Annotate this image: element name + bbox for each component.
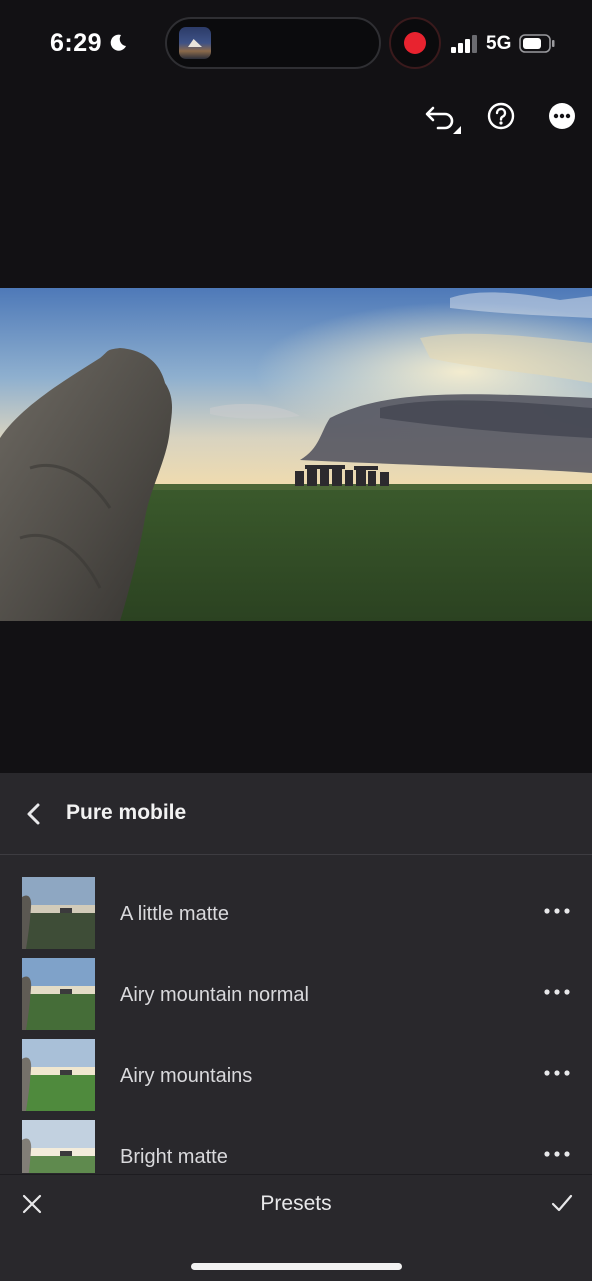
bottom-bar: Presets — [0, 1174, 592, 1281]
dynamic-island[interactable] — [165, 17, 381, 69]
home-indicator[interactable] — [191, 1263, 402, 1270]
preset-group-title: Pure mobile — [66, 801, 187, 824]
bottom-bar-title: Presets — [260, 1192, 332, 1215]
undo-button[interactable] — [423, 96, 463, 136]
preset-item[interactable]: Airy mountains — [0, 1017, 592, 1111]
status-time: 6:29 — [50, 29, 103, 57]
preset-label: Airy mountains — [120, 1065, 253, 1087]
preset-list: A little matte Airy mountain normal Airy… — [0, 855, 592, 1173]
back-chevron-icon[interactable] — [22, 799, 46, 829]
more-icon — [549, 103, 575, 129]
checkmark-icon[interactable] — [551, 1192, 573, 1214]
preset-item[interactable]: Bright matte — [0, 1098, 592, 1173]
now-playing-thumbnail — [179, 27, 211, 59]
panel-header: Pure mobile — [0, 773, 592, 855]
more-horizontal-icon[interactable] — [544, 986, 570, 998]
moon-icon — [110, 34, 126, 51]
preset-thumbnail — [22, 1120, 95, 1173]
preset-label: Airy mountain normal — [120, 984, 309, 1006]
preset-label: Bright matte — [120, 1146, 228, 1168]
more-horizontal-icon[interactable] — [544, 1148, 570, 1160]
photo-preview[interactable] — [0, 288, 592, 621]
status-bar: 6:29 5G — [0, 0, 592, 90]
more-options-button[interactable] — [542, 96, 582, 136]
record-dot-icon — [404, 32, 426, 54]
help-button[interactable] — [481, 96, 521, 136]
preset-item[interactable]: Airy mountain normal — [0, 936, 592, 1030]
preset-item[interactable]: A little matte — [0, 855, 592, 949]
undo-icon — [425, 106, 461, 134]
battery-icon — [519, 34, 555, 53]
more-horizontal-icon[interactable] — [544, 1067, 570, 1079]
help-icon — [487, 102, 515, 130]
network-type: 5G — [486, 33, 512, 54]
screen-recording-indicator[interactable] — [389, 17, 441, 69]
signal-icon — [451, 35, 477, 53]
more-horizontal-icon[interactable] — [544, 905, 570, 917]
preset-label: A little matte — [120, 903, 229, 925]
